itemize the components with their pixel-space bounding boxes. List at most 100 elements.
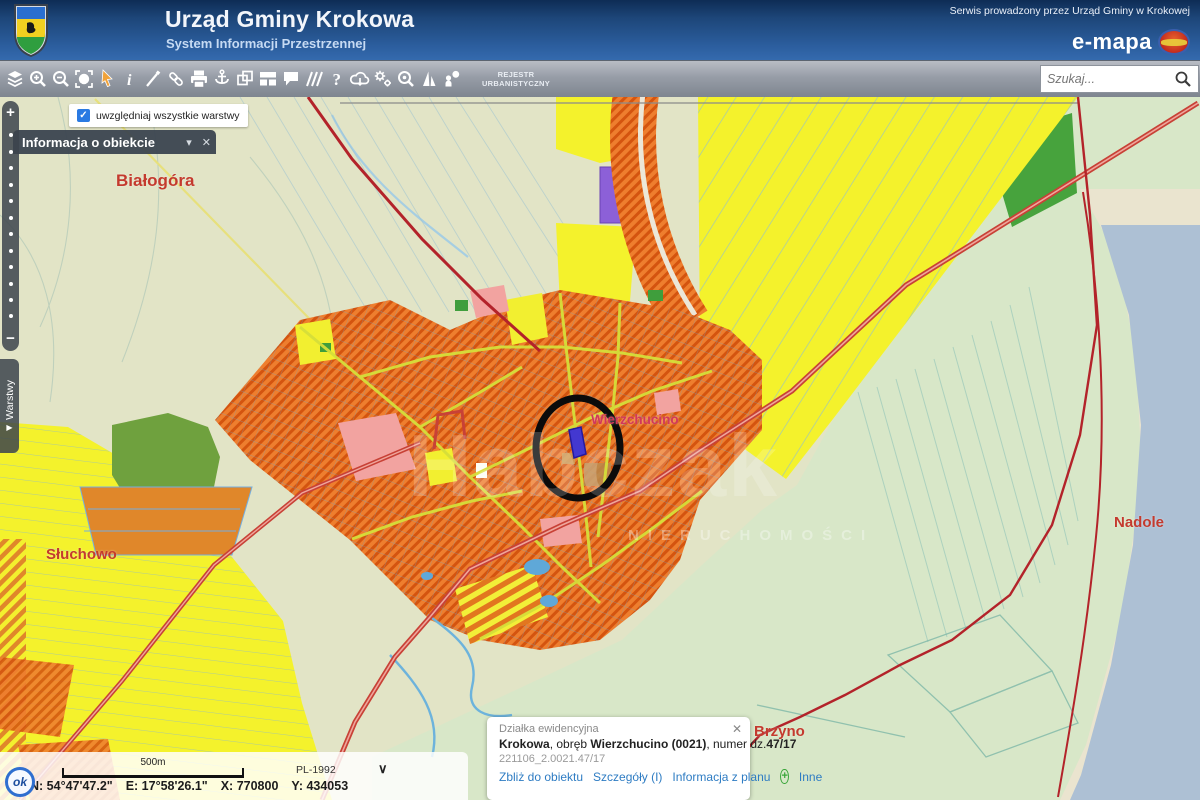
zoom-level-dot[interactable] [8, 182, 13, 187]
street-view-button[interactable] [440, 64, 463, 94]
crs-selector[interactable]: PL-1992 [296, 764, 336, 776]
zoom-level-dot[interactable] [8, 166, 13, 171]
zoom-level-dot[interactable] [8, 314, 13, 319]
link-icon [168, 72, 183, 86]
pond1 [524, 559, 550, 575]
pointer-tool-button[interactable] [95, 64, 118, 94]
parcel-id: 221106_2.0021.47/17 [499, 753, 606, 765]
select-area-button[interactable] [72, 64, 95, 94]
other-link[interactable]: Inne [799, 770, 822, 784]
scale-bar: 500m [62, 757, 244, 778]
distance-tool-button[interactable] [302, 64, 325, 94]
zoom-level-dot[interactable] [8, 297, 13, 302]
svg-text:i: i [127, 72, 132, 89]
place-label-nadole: Nadole [1114, 514, 1165, 531]
zoom-in-icon [29, 71, 46, 87]
panel-collapse-icon[interactable]: ▾ [181, 136, 197, 149]
emapa-brand: e-mapa [1071, 29, 1152, 54]
all-layers-checkbox[interactable]: ✓ [77, 109, 90, 122]
zoom-level-dot[interactable] [8, 265, 13, 270]
watermark-text: Habczak [408, 416, 780, 515]
zoom-level-dot[interactable] [8, 248, 13, 253]
parcel-text1: , obręb [549, 737, 591, 751]
app-header: Urząd Gminy Krokowa System Informacji Pr… [0, 0, 1200, 61]
search-input[interactable] [1041, 72, 1173, 86]
anchor-tool-button[interactable] [210, 64, 233, 94]
parcel-commune: Krokowa [499, 737, 550, 751]
object-info-title: Informacja o obiekcie [22, 134, 155, 150]
svg-text:?: ? [332, 70, 341, 89]
comment-icon [283, 72, 298, 86]
pointer-icon [101, 69, 113, 88]
emapa-globe-icon [1158, 29, 1190, 55]
all-layers-checkbox-bar[interactable]: ✓ uwzględniaj wszystkie warstwy [69, 104, 248, 127]
zoom-out-control[interactable]: − [6, 331, 15, 347]
parcel-green-town1 [455, 300, 468, 311]
zoom-level-dot[interactable] [8, 232, 13, 237]
search-object-button[interactable] [394, 64, 417, 94]
page-subtitle: System Informacji Przestrzennej [166, 36, 367, 51]
zoom-slider: + − [2, 101, 19, 351]
zoom-level-dot[interactable] [8, 133, 13, 138]
hatch-lines-icon [305, 71, 323, 87]
pond3 [421, 572, 433, 580]
place-label-sluchowo: Słuchowo [46, 546, 117, 563]
coordinates-readout: N: 54°47'47.2" E: 17°58'26.1" X: 770800 … [30, 779, 348, 793]
layout-button[interactable] [256, 64, 279, 94]
zoom-levels [8, 121, 13, 331]
settings-button[interactable] [371, 64, 394, 94]
link-tool-button[interactable] [164, 64, 187, 94]
copy-view-button[interactable] [233, 64, 256, 94]
north-arrow-button[interactable] [417, 64, 440, 94]
info-tool-button[interactable]: i [118, 64, 141, 94]
details-link[interactable]: Szczegóły (I) [593, 770, 662, 784]
print-button[interactable] [187, 64, 210, 94]
parcel-yellow-town2 [295, 319, 336, 365]
object-info-panel-header: Informacja o obiekcie ▾ ✕ [13, 130, 216, 154]
crs-chevron-icon[interactable]: ∨ [378, 761, 388, 777]
watermark-subtext: NIERUCHOMOŚCI [628, 527, 875, 544]
measure-icon [145, 70, 160, 87]
coord-e: E: 17°58'26.1" [125, 779, 208, 793]
zoom-level-dot[interactable] [8, 215, 13, 220]
urban-register-line1: REJESTR [497, 69, 535, 79]
layers-tool-button[interactable] [3, 64, 26, 94]
municipality-crest [14, 4, 48, 57]
more-plus-icon[interactable]: + [780, 769, 789, 784]
zoom-in-control[interactable]: + [6, 105, 15, 121]
zoom-level-dot[interactable] [8, 149, 13, 154]
zoom-level-dot[interactable] [8, 281, 13, 286]
cloud-tool-button[interactable] [348, 64, 371, 94]
popup-close-icon[interactable]: ✕ [732, 722, 742, 736]
cloud-icon [349, 71, 369, 87]
help-icon: ? [332, 70, 341, 89]
zoom-in-button[interactable] [26, 64, 49, 94]
measure-tool-button[interactable] [141, 64, 164, 94]
help-button[interactable]: ? [325, 64, 348, 94]
comment-tool-button[interactable] [279, 64, 302, 94]
search-icon[interactable] [1173, 69, 1193, 89]
layers-tab[interactable]: Warstwy ▶ [0, 359, 19, 453]
plan-info-link[interactable]: Informacja z planu [672, 770, 770, 784]
urban-register-line2: URBANISTYCZNY [481, 79, 551, 88]
pond2 [540, 595, 558, 607]
panel-close-icon[interactable]: ✕ [197, 136, 216, 149]
zoom-out-button[interactable] [49, 64, 72, 94]
zoom-level-dot[interactable] [8, 199, 13, 204]
coord-n: N: 54°47'47.2" [30, 779, 113, 793]
urban-register-button[interactable]: REJESTR URBANISTYCZNY [479, 70, 553, 89]
page-title: Urząd Gminy Krokowa [165, 6, 415, 32]
parcel-precinct: Wierzchucino (0021) [590, 737, 707, 751]
popup-actions: Zbliż do obiektu Szczegóły (I) Informacj… [499, 769, 822, 784]
street-view-icon [445, 70, 459, 87]
place-label-wierzchucino: Wierzchucino [591, 412, 679, 427]
parcel-description: Krokowa, obręb Wierzchucino (0021), nume… [499, 737, 796, 751]
parcels-orange-west [79, 486, 253, 556]
parcel-green-town2 [648, 290, 663, 301]
search-box [1040, 65, 1199, 93]
status-bar: 500m PL-1992 ∨ N: 54°47'47.2" E: 17°58'2… [0, 752, 468, 800]
select-area-icon [74, 70, 93, 88]
parcel-popup: Działka ewidencyjna ✕ Krokowa, obręb Wie… [487, 717, 822, 800]
ok-badge[interactable]: ok [5, 767, 35, 797]
zoom-to-object-link[interactable]: Zbliż do obiektu [499, 770, 583, 784]
